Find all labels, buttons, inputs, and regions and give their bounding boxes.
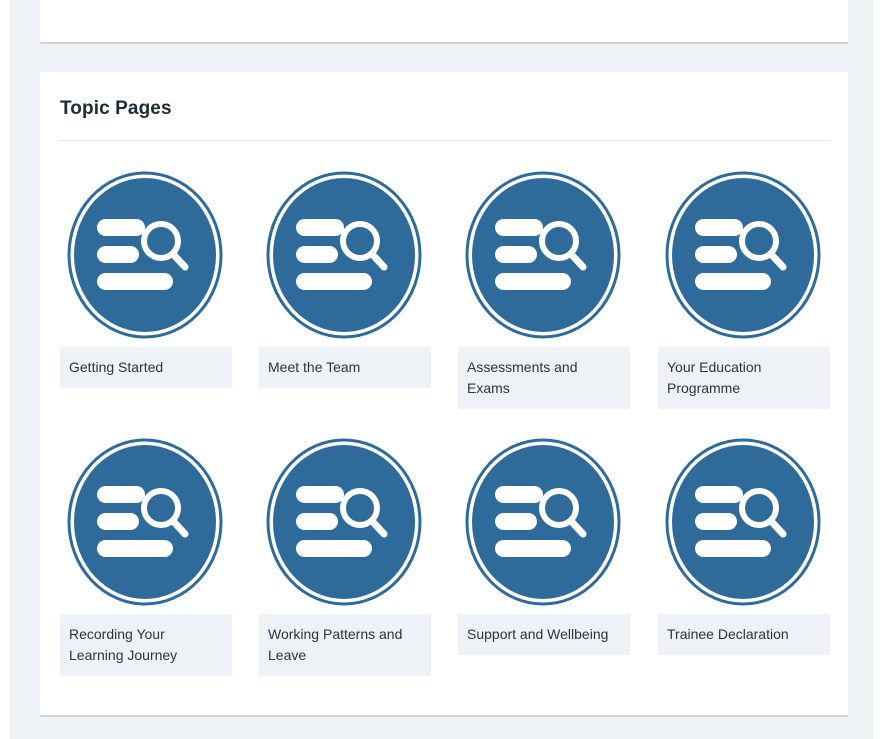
topic-tile-recording-your-learning-journey[interactable]: Recording Your Learning Journey: [60, 438, 232, 676]
previous-card: [40, 0, 848, 44]
topic-label: Support and Wellbeing: [458, 614, 630, 655]
topic-label: Getting Started: [60, 347, 232, 388]
topic-tile-getting-started[interactable]: Getting Started: [60, 171, 232, 388]
topic-label: Trainee Declaration: [658, 614, 830, 655]
topic-label: Recording Your Learning Journey: [60, 614, 232, 676]
book-search-icon: [67, 438, 223, 606]
topic-label: Working Patterns and Leave: [259, 614, 431, 676]
topic-label: Assessments and Exams: [458, 347, 630, 409]
topic-tile-meet-the-team[interactable]: Meet the Team: [259, 171, 431, 388]
book-search-icon: [465, 171, 621, 339]
book-search-icon: [67, 171, 223, 339]
topic-tile-assessments-and-exams[interactable]: Assessments and Exams: [458, 171, 630, 409]
topic-tile-working-patterns-and-leave[interactable]: Working Patterns and Leave: [259, 438, 431, 676]
topic-tile-support-and-wellbeing[interactable]: Support and Wellbeing: [458, 438, 630, 655]
book-search-icon: [465, 438, 621, 606]
topic-tile-trainee-declaration[interactable]: Trainee Declaration: [658, 438, 830, 655]
topic-label: Meet the Team: [259, 347, 431, 388]
section-title: Topic Pages: [60, 98, 172, 119]
topic-label: Your Education Programme: [658, 347, 830, 409]
topic-tile-your-education-programme[interactable]: Your Education Programme: [658, 171, 830, 409]
book-search-icon: [266, 438, 422, 606]
book-search-icon: [266, 171, 422, 339]
title-divider: [60, 140, 830, 141]
book-search-icon: [665, 438, 821, 606]
topic-pages-card: Topic Pages Getting Started Meet the Tea…: [40, 72, 848, 717]
book-search-icon: [665, 171, 821, 339]
